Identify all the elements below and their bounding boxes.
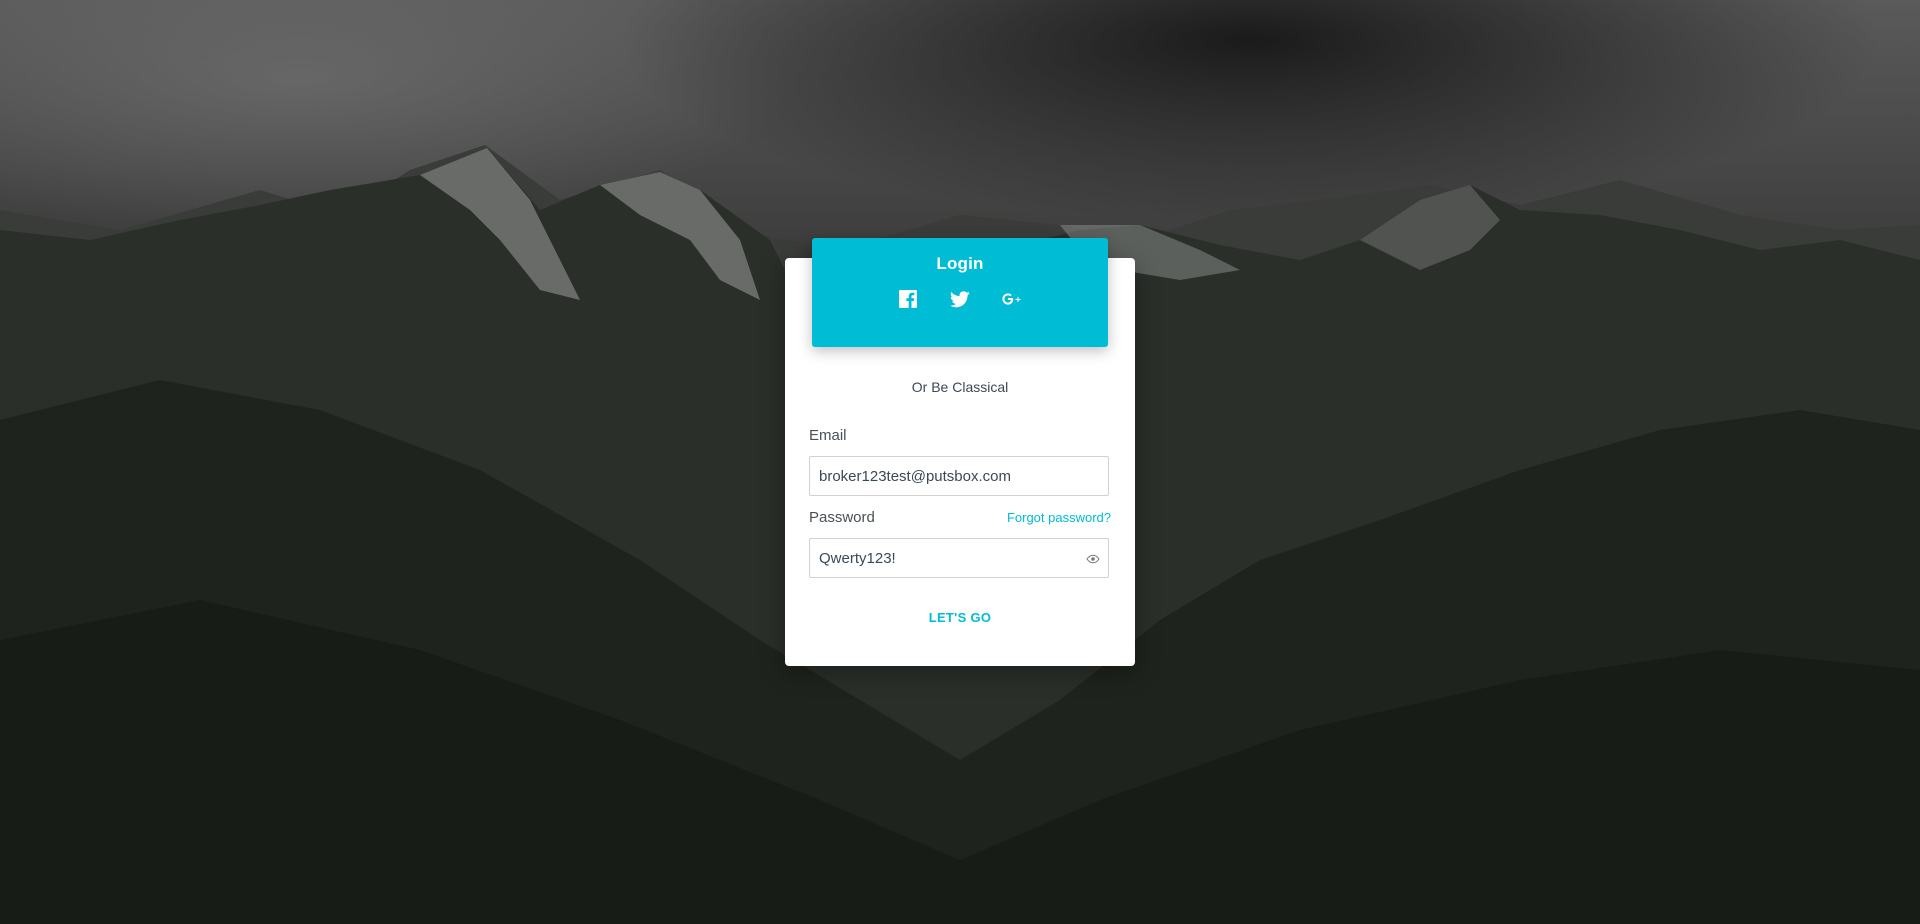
divider-text: Or Be Classical: [911, 379, 1009, 395]
facebook-login-button[interactable]: [897, 288, 919, 310]
email-label: Email: [809, 427, 847, 444]
twitter-icon: [950, 290, 970, 307]
twitter-login-button[interactable]: [949, 288, 971, 310]
email-field-wrapper: [809, 456, 1109, 496]
login-card: Login Or Be Classical Email broker123tes…: [785, 238, 1135, 666]
social-login-buttons: [812, 288, 1108, 310]
password-field[interactable]: [810, 539, 1108, 577]
forgot-password-link[interactable]: Forgot password?: [1007, 510, 1111, 525]
facebook-icon: [899, 290, 917, 308]
lets-go-button[interactable]: LET'S GO: [910, 604, 1010, 630]
password-field-wrapper: [809, 538, 1109, 578]
google-plus-icon: [1002, 293, 1021, 305]
eye-icon: [1086, 554, 1100, 564]
google-plus-login-button[interactable]: [1001, 288, 1023, 310]
login-card-header: Login: [812, 238, 1108, 347]
email-field[interactable]: [810, 457, 1108, 495]
login-title: Login: [936, 254, 984, 273]
toggle-password-visibility-button[interactable]: [1086, 552, 1100, 566]
password-label: Password: [809, 509, 875, 526]
